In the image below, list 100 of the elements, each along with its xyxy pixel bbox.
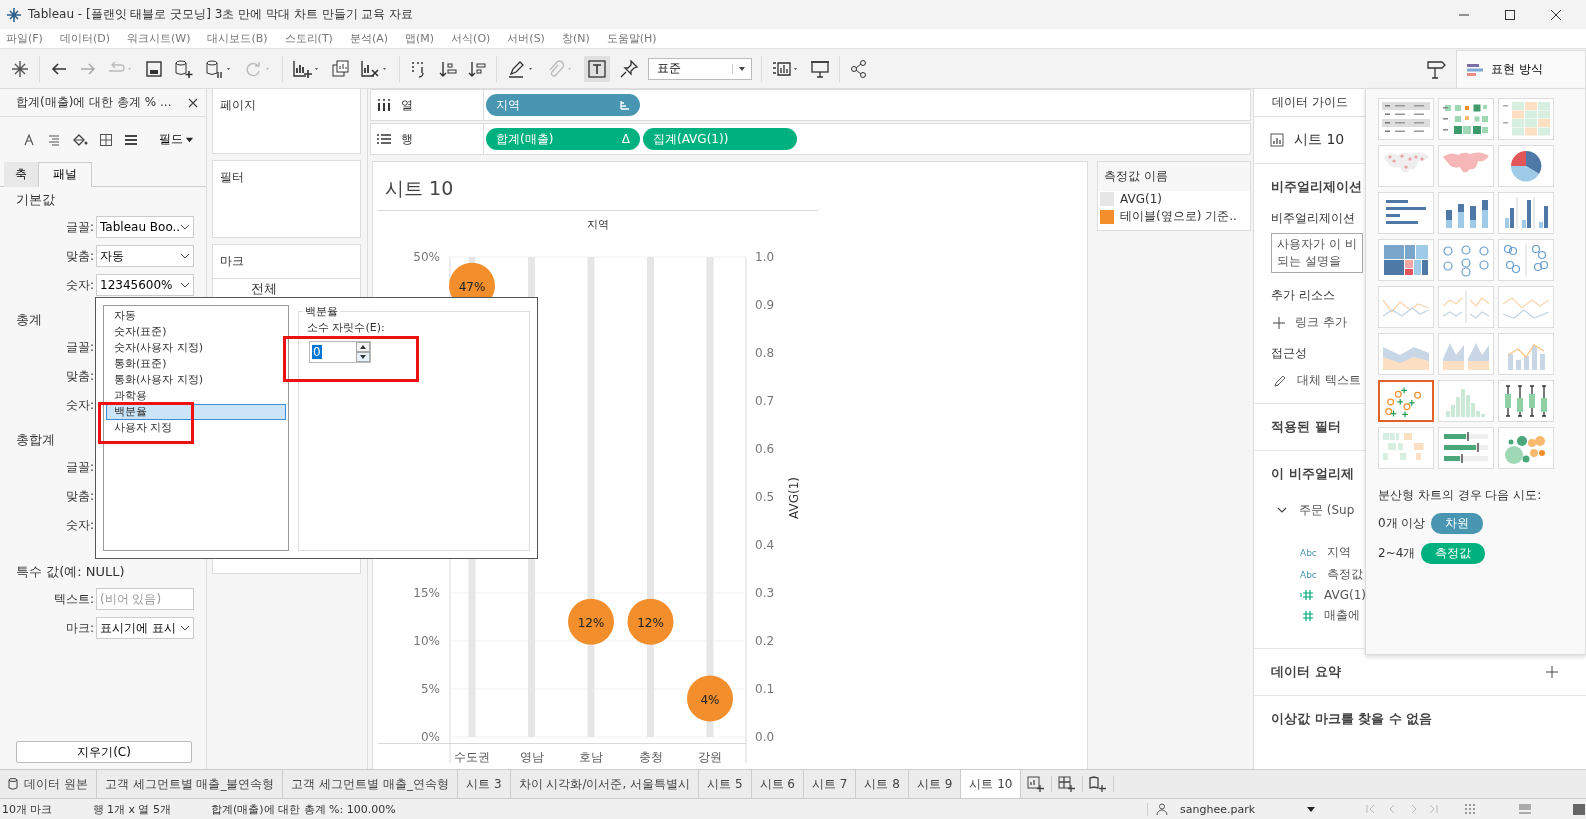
format-list-item[interactable]: 백분율: [106, 404, 286, 420]
menu-item[interactable]: 파일(F): [6, 31, 43, 46]
menu-item[interactable]: 스토리(T): [284, 31, 333, 46]
format-tab[interactable]: 패널: [38, 162, 92, 187]
format-list-item[interactable]: 사용자 지정: [106, 420, 286, 436]
save-icon[interactable]: [144, 58, 164, 79]
axis-label: 0.5: [755, 490, 775, 504]
datasource-name: 주문 (Sup: [1299, 502, 1355, 519]
format-dropdown[interactable]: 표시기에 표시: [96, 617, 194, 639]
calculated-number-icon: [1300, 590, 1314, 600]
menu-item[interactable]: 데이터(D): [59, 31, 110, 46]
format-list-item[interactable]: 자동: [106, 308, 286, 324]
format-list-item[interactable]: 통화(표준): [106, 356, 286, 372]
caret-icon: [1306, 805, 1316, 813]
sort-icon: [620, 100, 630, 110]
legend-label[interactable]: AVG(1): [1120, 192, 1162, 206]
text-input-field[interactable]: (비어 있음): [96, 588, 194, 610]
menu-item[interactable]: 대시보드(B): [207, 31, 268, 46]
app-logo-icon: [6, 6, 22, 23]
data-label: 4%: [700, 692, 720, 707]
lines-icon[interactable]: [124, 132, 138, 147]
menu-item[interactable]: 서버(S): [507, 31, 545, 46]
data-label: 12%: [577, 615, 605, 630]
mark-type-dropdown[interactable]: 표준: [648, 57, 752, 80]
rows-icon: [377, 133, 391, 145]
axis-label: 5%: [420, 682, 440, 696]
share-icon[interactable]: [849, 58, 869, 79]
field-label: 글꼴:: [65, 338, 94, 356]
field-label: 텍스트:: [53, 590, 94, 608]
chevron-down-icon: [180, 251, 190, 261]
field-label: 글꼴:: [65, 458, 94, 476]
field-label: 추가 리소스: [1271, 287, 1336, 304]
menu-item[interactable]: 분석(A): [349, 31, 388, 46]
field-name: 지역: [1326, 544, 1351, 561]
requirement-count: 2~4개: [1378, 545, 1416, 562]
marks-all-label[interactable]: 전체: [250, 279, 277, 298]
expand-plus-icon[interactable]: [1546, 666, 1558, 678]
chart-thumbnail-icon: [1500, 100, 1552, 138]
string-type-icon: Abc: [1300, 547, 1317, 558]
section-title: 적용된 필터: [1271, 418, 1342, 436]
fields-dropdown[interactable]: 필드: [159, 131, 194, 148]
axis-title: AVG(1): [787, 477, 801, 519]
sheet-name: 시트 10: [1294, 131, 1345, 149]
borders-icon[interactable]: [99, 132, 113, 147]
status-text: 행 1개 x 열 5개: [92, 801, 171, 817]
description-field[interactable]: 사용자가 이 비 되는 설명을: [1271, 233, 1363, 273]
sheet-tab[interactable]: 시트 10: [961, 770, 1022, 798]
field-type-pill: 차원: [1431, 513, 1484, 534]
section-title: 총계: [16, 311, 42, 329]
format-dropdown[interactable]: Tableau Boo..: [96, 216, 194, 238]
field-name: AVG(1): [1324, 588, 1366, 602]
show-me-tab[interactable]: 표현 방식: [1456, 50, 1586, 88]
format-list-item[interactable]: 통화(사용자 지정): [106, 372, 286, 388]
menu-item[interactable]: 맵(M): [405, 31, 435, 46]
new-datasource-icon[interactable]: [173, 58, 195, 79]
number-type-icon: [1300, 610, 1314, 621]
user-menu[interactable]: sanghee.park: [1147, 802, 1324, 816]
duplicate-sheet-icon[interactable]: [331, 58, 351, 79]
user-icon: [1156, 803, 1168, 815]
show-me-hint: 분산형 차트의 경우 다음 시도:: [1378, 487, 1543, 504]
menu-item[interactable]: 서식(O): [451, 31, 491, 46]
sheet-title: 시트 10: [384, 176, 455, 201]
chevron-down-icon[interactable]: [1277, 506, 1287, 515]
group-title: 백분율: [303, 304, 340, 319]
format-tab[interactable]: 축: [4, 162, 38, 187]
format-list-item[interactable]: 과학용: [106, 388, 286, 404]
close-icon[interactable]: [188, 97, 198, 108]
format-dropdown[interactable]: 12345600%: [96, 274, 194, 296]
paint-bucket-icon[interactable]: [72, 132, 88, 147]
legend-label[interactable]: 테이블(옆으로) 기준..: [1120, 208, 1237, 225]
presentation-icon[interactable]: [810, 58, 830, 79]
format-dropdown[interactable]: 자동: [96, 245, 194, 267]
axis-label: 1.0: [755, 250, 775, 264]
add-link-button[interactable]: 링크 추가: [1271, 314, 1347, 331]
chevron-down-icon: [180, 280, 190, 290]
spinner-arrows-icon[interactable]: [356, 342, 370, 362]
format-list-item[interactable]: 숫자(표준): [106, 324, 286, 340]
tabs-view-icon[interactable]: [1572, 803, 1586, 815]
data-guide-tab[interactable]: 데이터 가이드: [1254, 89, 1367, 116]
card-title: 필터: [219, 169, 245, 186]
axis-label: 0.8: [755, 346, 775, 360]
chevron-down-icon: [180, 623, 190, 633]
font-icon[interactable]: [22, 132, 36, 147]
menu-item[interactable]: 창(N): [561, 31, 590, 46]
chart-type-button[interactable]: [1378, 380, 1434, 422]
grid-view-icon[interactable]: [1464, 803, 1478, 815]
clear-button[interactable]: 지우기(C): [16, 741, 192, 763]
data-point: [568, 598, 614, 645]
format-list-item[interactable]: 숫자(사용자 지정): [106, 340, 286, 356]
tableau-logo-icon[interactable]: [10, 58, 30, 79]
maximize-icon[interactable]: [1504, 8, 1516, 21]
status-text: 10개 마크: [2, 801, 53, 817]
close-icon[interactable]: [1550, 8, 1562, 21]
edit-alt-text-button[interactable]: 대체 텍스트: [1271, 372, 1361, 389]
decimal-places-spinner[interactable]: 0: [309, 341, 371, 363]
axis-label: 0.7: [755, 394, 775, 408]
menu-item[interactable]: 도움말(H): [606, 31, 657, 46]
pin-icon[interactable]: [619, 58, 639, 79]
menu-item[interactable]: 워크시트(W): [127, 31, 191, 46]
show-labels-icon[interactable]: [584, 55, 610, 82]
